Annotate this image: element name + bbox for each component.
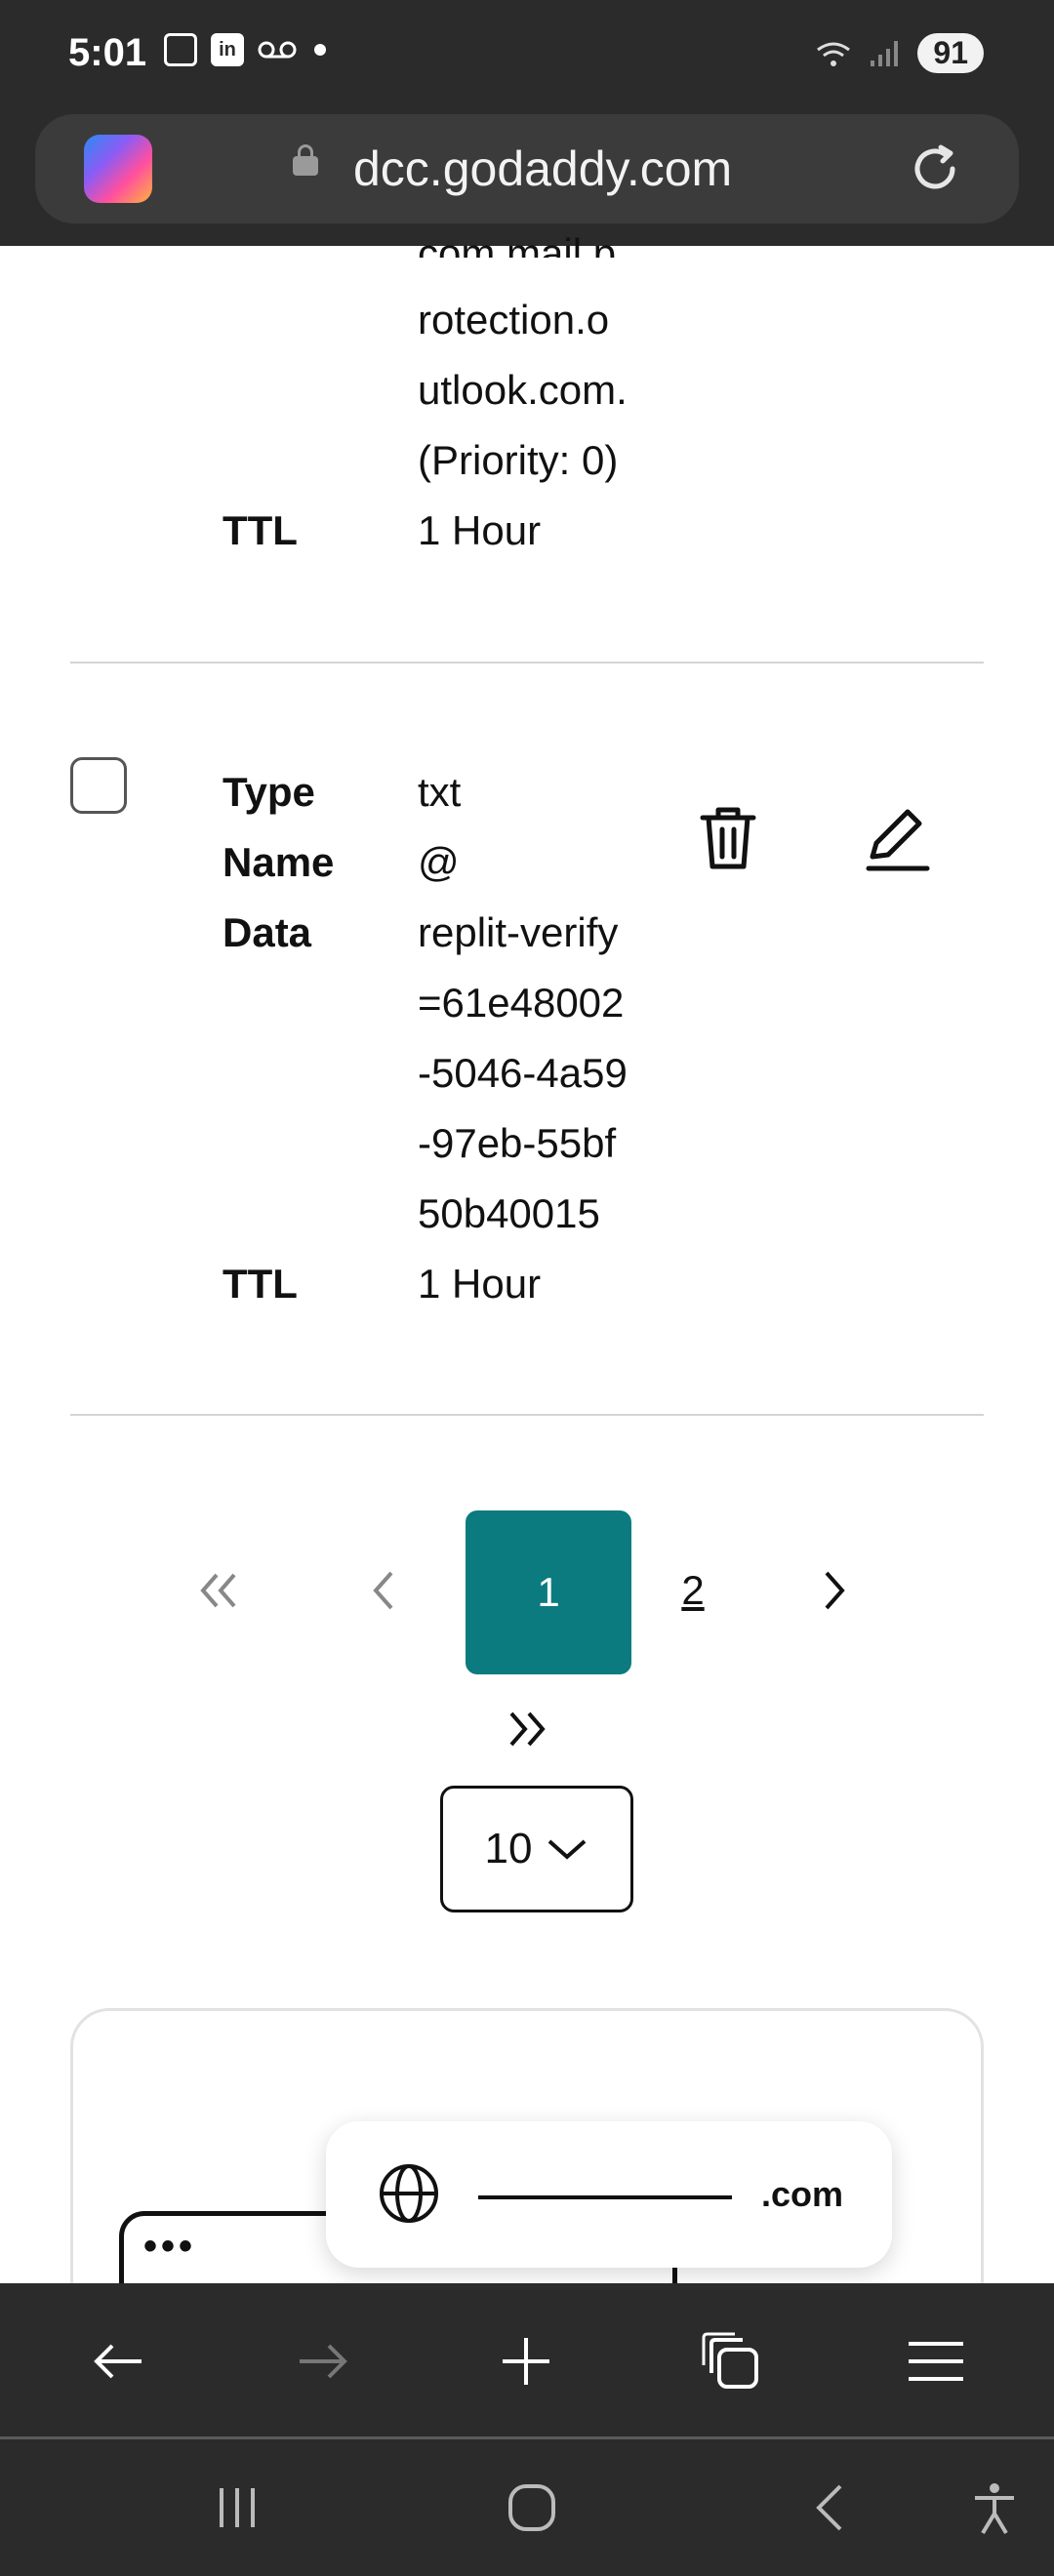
chevron-left-icon bbox=[373, 1571, 393, 1610]
page-1-button[interactable]: 1 bbox=[466, 1510, 631, 1674]
txt-data-line-1: replit-verify bbox=[418, 909, 619, 955]
domain-tld-label: .com bbox=[761, 2174, 844, 2214]
copilot-icon[interactable] bbox=[84, 135, 152, 203]
voicemail-icon bbox=[258, 41, 297, 59]
per-page-value: 10 bbox=[484, 1825, 533, 1872]
double-chevron-right-icon bbox=[509, 1711, 546, 1747]
back-chevron-icon bbox=[816, 2484, 842, 2531]
tabs-button[interactable] bbox=[697, 2330, 765, 2393]
mx-data-line-2: rotection.o bbox=[418, 297, 610, 342]
chevron-down-icon bbox=[548, 1839, 587, 1860]
mx-data-line-4: (Priority: 0) bbox=[418, 437, 619, 483]
double-chevron-left-icon bbox=[200, 1573, 236, 1608]
record-select-checkbox[interactable] bbox=[70, 757, 127, 814]
page-2-link[interactable]: 2 bbox=[664, 1551, 722, 1630]
new-tab-button[interactable] bbox=[492, 2330, 560, 2393]
signal-icon bbox=[871, 40, 899, 66]
per-page-select[interactable]: 10 bbox=[440, 1786, 633, 1912]
mx-ttl-label: TTL bbox=[223, 507, 298, 553]
txt-name-label: Name bbox=[223, 839, 335, 885]
back-button[interactable] bbox=[84, 2330, 152, 2393]
battery-indicator: 91 bbox=[917, 33, 984, 73]
mx-ttl-value: 1 Hour bbox=[418, 507, 542, 553]
arrow-left-icon bbox=[94, 2344, 142, 2379]
lock-icon[interactable] bbox=[293, 144, 318, 176]
plus-icon bbox=[503, 2338, 549, 2385]
next-page-button[interactable] bbox=[806, 1551, 865, 1630]
txt-data-line-2: =61e48002 bbox=[418, 980, 625, 1026]
txt-data-label: Data bbox=[223, 909, 312, 955]
record-divider bbox=[70, 662, 984, 664]
wifi-icon bbox=[817, 42, 851, 66]
record-divider bbox=[70, 1414, 984, 1416]
txt-data-line-3: -5046-4a59 bbox=[418, 1050, 628, 1096]
accessibility-button[interactable] bbox=[960, 2478, 1029, 2537]
arrow-right-icon bbox=[300, 2344, 347, 2379]
reload-icon[interactable] bbox=[906, 140, 964, 198]
linkedin-icon: in bbox=[211, 33, 244, 66]
status-time: 5:01 bbox=[68, 31, 147, 74]
menu-button[interactable] bbox=[902, 2330, 970, 2393]
last-page-button[interactable] bbox=[496, 1690, 558, 1768]
accessibility-icon bbox=[975, 2483, 1014, 2535]
txt-ttl-label: TTL bbox=[223, 1261, 298, 1307]
home-button[interactable] bbox=[498, 2478, 566, 2537]
system-back-button[interactable] bbox=[794, 2478, 863, 2537]
forward-button[interactable] bbox=[289, 2330, 357, 2393]
domain-placeholder-line bbox=[478, 2195, 732, 2199]
url-text[interactable]: dcc.godaddy.com bbox=[353, 141, 732, 197]
tabs-icon bbox=[702, 2332, 758, 2389]
calendar-icon bbox=[164, 33, 197, 66]
edit-record-icon[interactable] bbox=[859, 800, 937, 878]
txt-name-value: @ bbox=[418, 839, 460, 885]
recent-apps-button[interactable] bbox=[203, 2478, 271, 2537]
recent-apps-icon bbox=[220, 2488, 255, 2527]
hamburger-menu-icon bbox=[909, 2342, 963, 2381]
delete-record-icon[interactable] bbox=[689, 800, 767, 878]
previous-page-button[interactable] bbox=[353, 1551, 412, 1630]
dot-icon bbox=[314, 44, 326, 56]
txt-type-value: txt bbox=[418, 769, 462, 815]
chevron-right-icon bbox=[825, 1571, 845, 1610]
first-page-button[interactable] bbox=[182, 1551, 256, 1630]
globe-icon bbox=[380, 2164, 438, 2223]
mx-data-line-1: com.mail.p bbox=[418, 230, 617, 258]
mx-data-line-3: utlook.com. bbox=[418, 367, 628, 413]
txt-data-line-5: 50b40015 bbox=[418, 1190, 600, 1236]
home-icon bbox=[508, 2484, 555, 2531]
txt-type-label: Type bbox=[223, 769, 315, 815]
txt-data-line-4: -97eb-55bf bbox=[418, 1120, 617, 1166]
status-right-icons: 91 bbox=[814, 33, 984, 73]
txt-ttl-value: 1 Hour bbox=[418, 1261, 542, 1307]
illustration-dots: ••• bbox=[143, 2225, 197, 2268]
status-left-icons: in bbox=[164, 33, 330, 66]
